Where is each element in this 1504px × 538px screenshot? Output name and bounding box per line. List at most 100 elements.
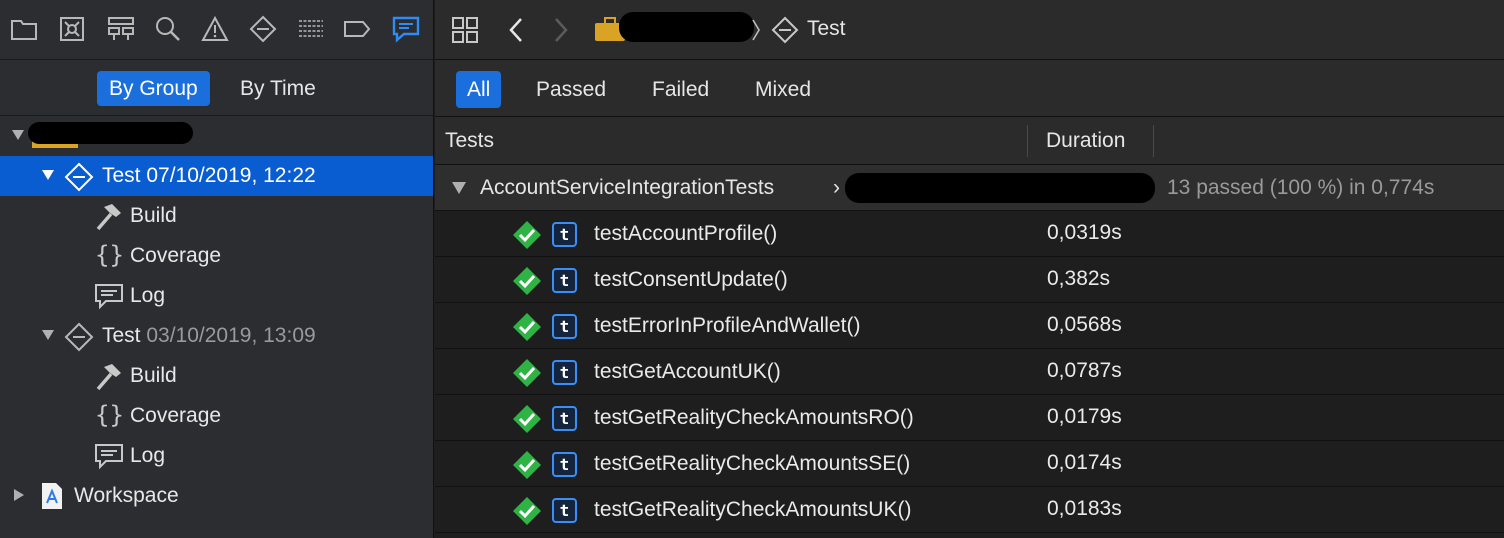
tree-label-build: Build [130,204,177,227]
table-row[interactable]: t testErrorInProfileAndWallet() 0,0568s [435,303,1504,349]
table-row[interactable]: t testAccountProfile() 0,0319s [435,211,1504,257]
tree-row-coverage[interactable]: {} Coverage [0,236,433,276]
passed-check-icon [513,497,541,525]
column-header-duration[interactable]: Duration [1046,129,1125,153]
disclosure-down-icon[interactable] [451,181,467,195]
braces-icon: {} [95,241,124,269]
report-chat-icon[interactable] [391,14,421,44]
forward-chevron-icon[interactable] [553,17,569,43]
tree-row-workspace[interactable]: Workspace [0,476,433,516]
tree-label-log: Log [130,444,166,467]
group-mode-segmented-control: By Group By Time [0,60,433,116]
test-method-badge-icon: t [552,498,577,523]
related-items-grid-icon[interactable] [451,16,479,44]
tree-label-workspace: Workspace [74,484,179,507]
tree-row-coverage[interactable]: {} Coverage [0,396,433,436]
disclosure-right-icon[interactable] [12,488,26,502]
test-duration: 0,382s [1047,267,1111,290]
tree-row-log[interactable]: Log [0,436,433,476]
search-icon[interactable] [153,14,183,44]
column-header-tests[interactable]: Tests [445,129,494,153]
test-class-group-row[interactable]: AccountServiceIntegrationTests › 13 pass… [435,165,1504,211]
filter-failed-button[interactable]: Failed [641,71,720,108]
test-diamond-icon[interactable] [248,14,278,44]
test-method-badge-icon: t [552,314,577,339]
table-row[interactable]: t testConsentUpdate() 0,382s [435,257,1504,303]
passed-check-icon [513,313,541,341]
tree-label-build: Build [130,364,177,387]
table-row[interactable]: t testGetAccountUK() 0,0787s [435,349,1504,395]
source-control-icon[interactable] [57,14,87,44]
tree-row-project[interactable] [0,116,433,156]
test-duration: 0,0568s [1047,313,1122,336]
tree-label-coverage: Coverage [130,244,222,267]
table-row[interactable]: t testGetRealityCheckAmountsSE() 0,0174s [435,441,1504,487]
test-method-badge-icon: t [552,222,577,247]
test-method-badge-icon: t [552,360,577,385]
test-duration: 0,0319s [1047,221,1122,244]
test-duration: 0,0174s [1047,451,1122,474]
log-icon [95,284,123,310]
braces-icon: {} [95,401,124,429]
run-title: Test [102,164,141,187]
by-group-button[interactable]: By Group [97,71,210,106]
tree-row-build[interactable]: Build [0,356,433,396]
test-name: testAccountProfile() [594,222,778,245]
group-summary: 13 passed (100 %) in 0,774s [1167,176,1435,199]
column-divider[interactable] [1027,125,1028,157]
tree-row-log[interactable]: Log [0,276,433,316]
passed-check-icon [513,405,541,433]
test-name: testGetAccountUK() [594,360,781,383]
hammer-icon [96,204,121,231]
symbol-hierarchy-icon[interactable] [106,14,136,44]
result-filter-bar: All Passed Failed Mixed [435,60,1504,117]
tree-row-test-run-2[interactable]: Test 03/10/2019, 13:09 [0,316,433,356]
debug-list-icon[interactable] [296,14,326,44]
run-title: Test [102,324,141,347]
by-time-button[interactable]: By Time [228,71,328,106]
table-row[interactable]: t testGetRealityCheckAmountsUK() 0,0183s [435,487,1504,533]
table-header: Tests Duration [435,117,1504,165]
tree-row-test-run-1[interactable]: Test 07/10/2019, 12:22 [0,156,433,196]
tree-row-build[interactable]: Build [0,196,433,236]
workspace-file-icon [42,483,62,509]
test-report-editor: Test All Passed Failed Mixed Tests Durat… [435,0,1504,538]
disclosure-down-icon[interactable] [41,168,55,182]
passed-check-icon [513,267,541,295]
tree-label-coverage: Coverage [130,404,222,427]
disclosure-down-icon[interactable] [41,328,55,342]
test-duration: 0,0787s [1047,359,1122,382]
test-diamond-icon [64,322,94,352]
test-duration: 0,0183s [1047,497,1122,520]
table-row[interactable]: t testGetRealityCheckAmountsRO() 0,0179s [435,395,1504,441]
breakpoint-icon[interactable] [342,14,372,44]
passed-check-icon [513,221,541,249]
test-name: testConsentUpdate() [594,268,788,291]
jump-bar: Test [435,0,1504,60]
back-chevron-icon[interactable] [508,17,524,43]
folder-icon[interactable] [9,14,39,44]
column-divider[interactable] [1153,125,1154,157]
filter-passed-button[interactable]: Passed [525,71,617,108]
redacted-project-name [28,122,193,144]
test-diamond-icon[interactable] [771,16,799,44]
run-date: 03/10/2019, 13:09 [146,324,316,347]
disclosure-down-icon[interactable] [11,128,25,142]
navigator-pane: By Group By Time Test 07/10/2019, 12:22 … [0,0,434,538]
passed-check-icon [513,451,541,479]
run-date: 07/10/2019, 12:22 [146,164,316,187]
hammer-icon [96,364,121,391]
issue-warning-icon[interactable] [200,14,230,44]
test-method-badge-icon: t [552,406,577,431]
jump-bar-current[interactable]: Test [807,17,846,41]
tree-label-log: Log [130,284,166,307]
log-icon [95,444,123,470]
filter-mixed-button[interactable]: Mixed [744,71,822,108]
test-duration: 0,0179s [1047,405,1122,428]
test-method-badge-icon: t [552,268,577,293]
test-diamond-icon [64,162,94,192]
path-separator-icon [752,19,760,41]
redacted-project-path [619,12,754,42]
filter-all-button[interactable]: All [456,71,502,108]
test-name: testErrorInProfileAndWallet() [594,314,861,337]
